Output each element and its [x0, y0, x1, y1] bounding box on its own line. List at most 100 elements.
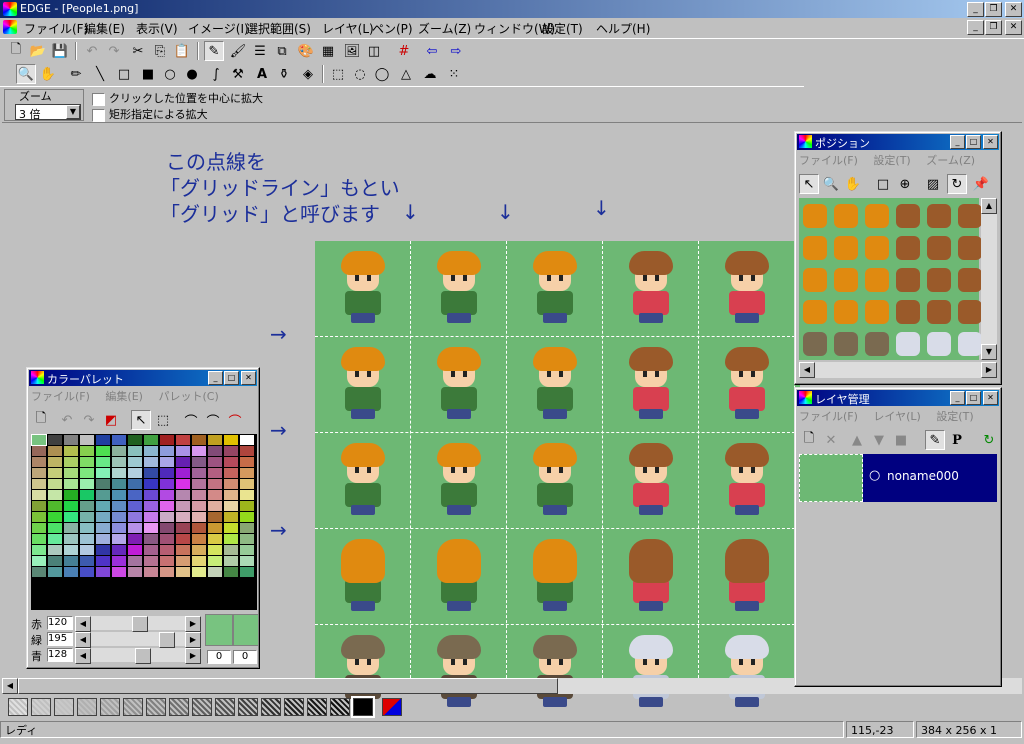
palette-swatch[interactable]: [176, 545, 190, 555]
palette-swatch[interactable]: [224, 534, 238, 544]
position-menu-zoom[interactable]: ズーム(Z): [926, 154, 975, 167]
palette-swatch[interactable]: [96, 534, 110, 544]
palette-menu-palette[interactable]: パレット(C): [158, 390, 218, 403]
palette-swatch[interactable]: [64, 545, 78, 555]
palette-swatch[interactable]: [128, 545, 142, 555]
palette-swatch[interactable]: [208, 545, 222, 555]
palette-swatch[interactable]: [240, 556, 254, 566]
layer-down-icon[interactable]: ▼: [869, 430, 889, 450]
palette-swatch[interactable]: [176, 567, 190, 577]
lasso-select-icon[interactable]: ☁: [420, 64, 440, 84]
grid-toggle-icon[interactable]: #: [394, 41, 414, 61]
grid-lines-icon[interactable]: ☰: [250, 41, 270, 61]
palette-swatch[interactable]: [32, 523, 46, 533]
paste-icon[interactable]: 📋: [172, 41, 192, 61]
palette-swatch[interactable]: [208, 490, 222, 500]
fill-pattern[interactable]: [192, 698, 212, 716]
document-icon[interactable]: [3, 20, 17, 34]
palette-swatch[interactable]: [112, 446, 126, 456]
palette-swatch[interactable]: [192, 490, 206, 500]
palette-swatch[interactable]: [240, 479, 254, 489]
menu-help[interactable]: ヘルプ(H): [596, 20, 650, 37]
palette-swatch[interactable]: [208, 534, 222, 544]
palette-swatch[interactable]: [32, 468, 46, 478]
palette-swatch[interactable]: [32, 457, 46, 467]
palette-swatch[interactable]: [128, 567, 142, 577]
palette-gradient3-icon[interactable]: ⌒: [225, 410, 245, 430]
cut-icon[interactable]: ✂: [128, 41, 148, 61]
palette-swatch[interactable]: [112, 479, 126, 489]
palette-swatch[interactable]: [64, 523, 78, 533]
position-menu-settings[interactable]: 設定(T): [873, 154, 910, 167]
palette-swatch[interactable]: [64, 446, 78, 456]
palette-swatch[interactable]: [224, 490, 238, 500]
palette-swatch[interactable]: [224, 589, 238, 599]
palette-swatch[interactable]: [160, 556, 174, 566]
palette-swatch[interactable]: [48, 523, 62, 533]
palette-swatch[interactable]: [112, 490, 126, 500]
palette-swatch[interactable]: [224, 567, 238, 577]
palette-swatch[interactable]: [128, 534, 142, 544]
filled-ellipse-tool-icon[interactable]: ●: [182, 64, 202, 84]
slider-value[interactable]: 120: [47, 616, 73, 630]
palette-swatch[interactable]: [192, 435, 206, 445]
undo-icon[interactable]: ↶: [82, 41, 102, 61]
palette-swatch[interactable]: [160, 600, 174, 610]
position-pointer-icon[interactable]: ↖: [799, 174, 819, 194]
ellipse-select-icon[interactable]: ◌: [350, 64, 370, 84]
palette-swatch[interactable]: [128, 435, 142, 445]
palette-swatch[interactable]: [160, 468, 174, 478]
menu-zoom[interactable]: ズーム(Z): [418, 20, 471, 37]
palette-swatch[interactable]: [32, 479, 46, 489]
palette-swatch[interactable]: [96, 523, 110, 533]
minimize-button[interactable]: _: [967, 2, 984, 17]
color-slider[interactable]: ◀ ▶: [75, 616, 201, 632]
palette-swatch[interactable]: [240, 534, 254, 544]
palette-swatch[interactable]: [48, 457, 62, 467]
palette-swatch[interactable]: [80, 534, 94, 544]
palette-swatch[interactable]: [48, 468, 62, 478]
layer-menu-settings[interactable]: 設定(T): [936, 410, 973, 423]
fill-pattern[interactable]: [330, 698, 350, 716]
doc-close-button[interactable]: ✕: [1005, 20, 1022, 35]
palette-swatch[interactable]: [144, 490, 158, 500]
palette-swatch[interactable]: [240, 523, 254, 533]
palette-swatch[interactable]: [80, 468, 94, 478]
position-title-bar[interactable]: ポジション _ □ ✕: [797, 134, 999, 150]
palette-swatch[interactable]: [176, 600, 190, 610]
layer-up-icon[interactable]: ▲: [847, 430, 867, 450]
palette-swatch[interactable]: [144, 545, 158, 555]
fill-pattern[interactable]: [215, 698, 235, 716]
palette-swatch[interactable]: [224, 446, 238, 456]
scroll-left-button[interactable]: ◀: [2, 678, 18, 694]
palette-swatch[interactable]: [144, 600, 158, 610]
palette-swatch[interactable]: [208, 578, 222, 588]
color-slider[interactable]: ◀ ▶: [75, 648, 201, 664]
palette-swatch[interactable]: [80, 600, 94, 610]
maximize-button[interactable]: ❐: [985, 2, 1002, 17]
palette-swatch[interactable]: [192, 556, 206, 566]
new-file-icon[interactable]: 🗋: [6, 41, 26, 61]
slider-thumb[interactable]: [132, 616, 149, 632]
palette-swatch[interactable]: [64, 600, 78, 610]
fill-pattern[interactable]: [146, 698, 166, 716]
layer-delete-icon[interactable]: ✕: [821, 430, 841, 450]
palette-swatch[interactable]: [128, 490, 142, 500]
palette-swatch[interactable]: [176, 523, 190, 533]
chevron-down-icon[interactable]: ▼: [66, 105, 80, 119]
palette-menu-file[interactable]: ファイル(F): [31, 390, 90, 403]
palette-swatch[interactable]: [176, 534, 190, 544]
palette-swatch[interactable]: [224, 578, 238, 588]
fill-pattern[interactable]: [351, 696, 375, 718]
fill-pattern[interactable]: [100, 698, 120, 716]
palette-swatch[interactable]: [144, 435, 158, 445]
magic-select-icon[interactable]: ⁙: [444, 64, 464, 84]
palette-swatch[interactable]: [64, 501, 78, 511]
zoom-tool-icon[interactable]: 🔍: [16, 64, 36, 84]
line-tool-icon[interactable]: ╲: [90, 64, 110, 84]
palette-swatch[interactable]: [240, 435, 254, 445]
position-close[interactable]: ✕: [983, 135, 998, 149]
palette-swatch[interactable]: [112, 600, 126, 610]
palette-swatch[interactable]: [144, 457, 158, 467]
palette-swatch[interactable]: [160, 457, 174, 467]
